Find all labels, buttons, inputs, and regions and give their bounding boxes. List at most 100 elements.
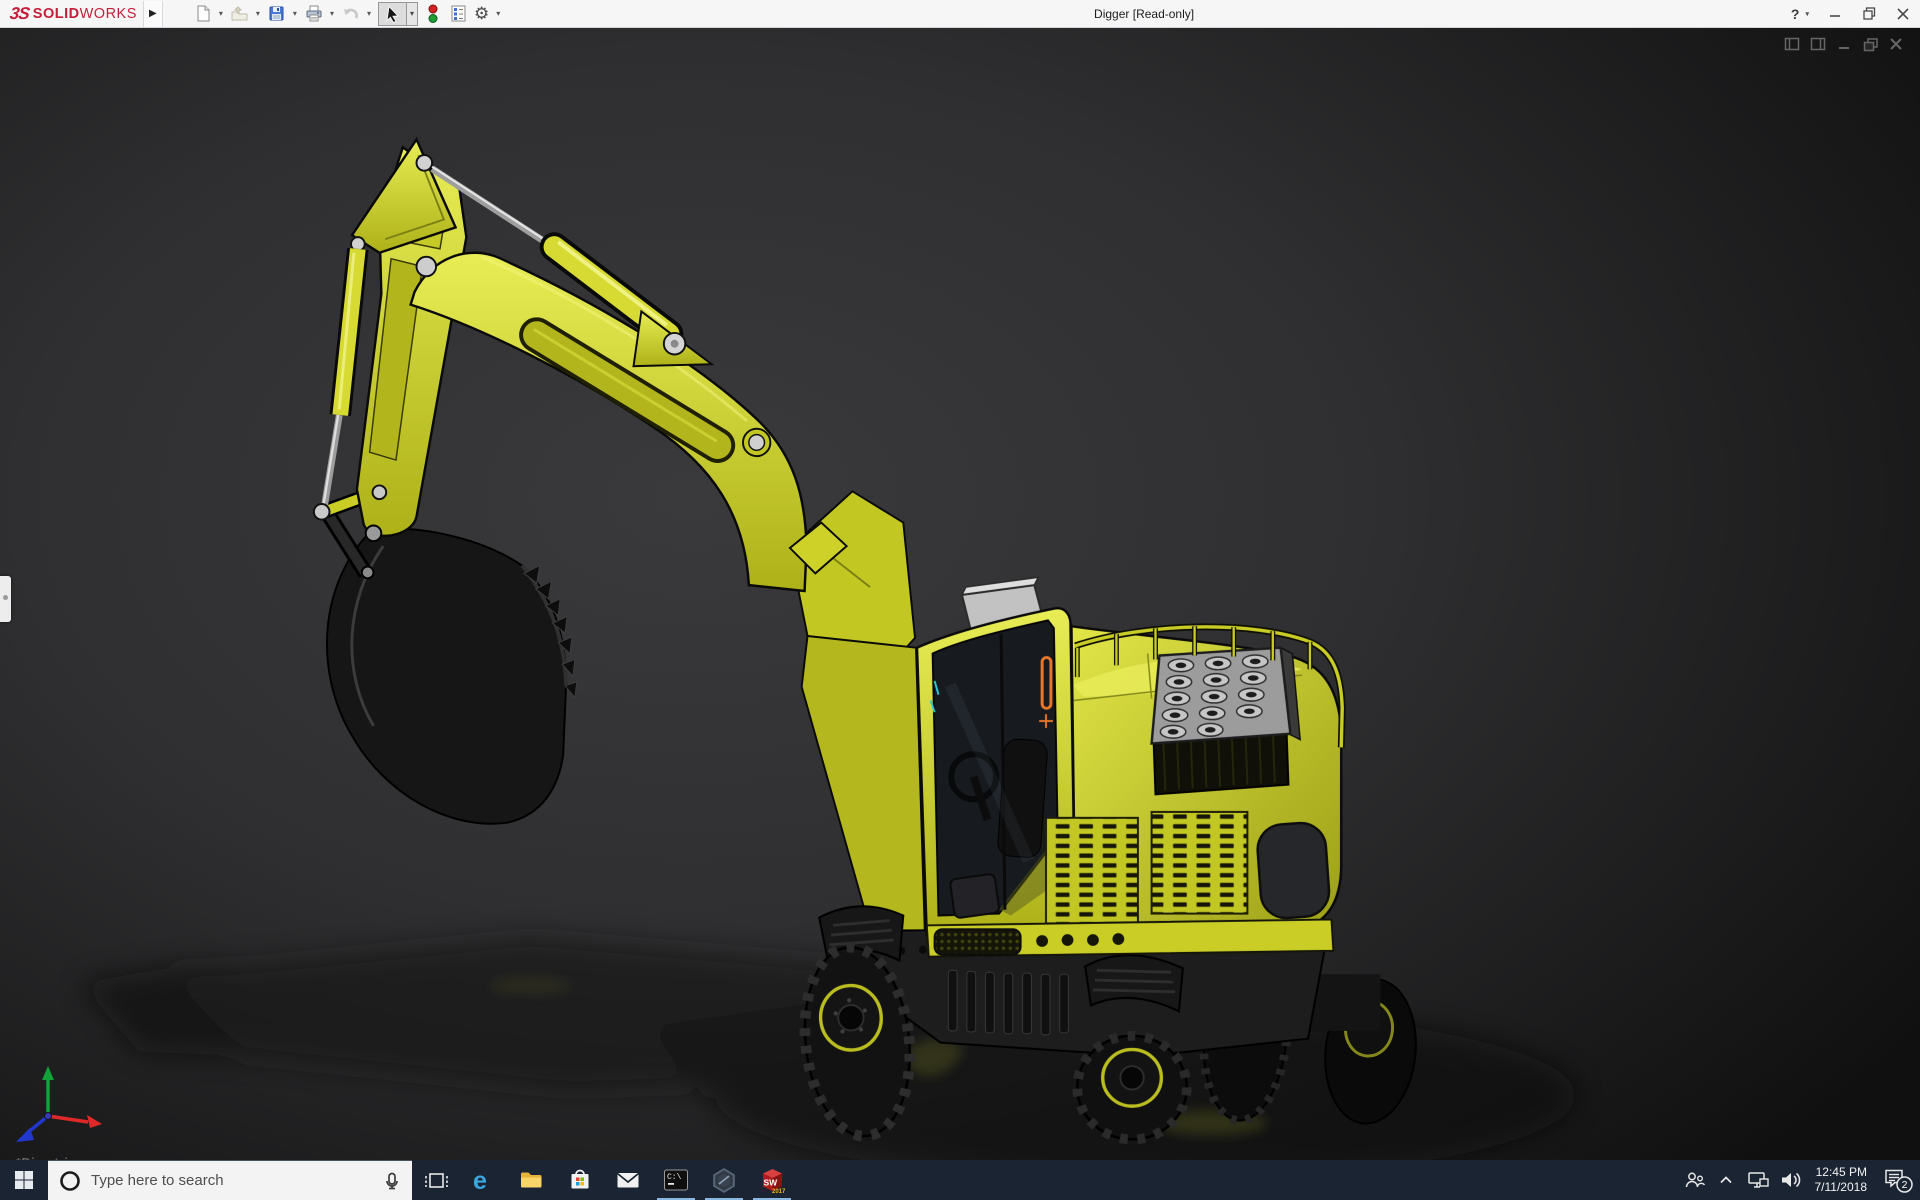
solidworks-app-icon: SW 2017 xyxy=(759,1167,786,1194)
step-mesh xyxy=(935,929,1021,954)
new-document-button[interactable] xyxy=(191,2,214,26)
select-tool-caret[interactable]: ▾ xyxy=(407,2,418,26)
options-gear-icon: ⚙ xyxy=(474,5,489,22)
action-center-button[interactable]: 2 xyxy=(1876,1160,1920,1200)
pane-left-button[interactable] xyxy=(1783,36,1802,53)
graphics-area[interactable]: *Dimetric xyxy=(0,27,1920,1200)
help-button[interactable]: ?▾ xyxy=(1785,6,1818,22)
pane-left-icon xyxy=(1784,37,1801,52)
rear-window xyxy=(1256,821,1331,919)
taskbar-item-file-explorer[interactable] xyxy=(508,1160,556,1200)
document-title: Digger [Read-only] xyxy=(503,7,1785,21)
volume-icon xyxy=(1778,1168,1802,1192)
edge-icon: e xyxy=(471,1167,497,1193)
start-button[interactable] xyxy=(0,1160,48,1200)
network-icon xyxy=(1746,1168,1770,1192)
toolbar-flyout-arrow[interactable]: ▶ xyxy=(143,1,163,27)
print-caret[interactable]: ▾ xyxy=(327,9,337,18)
print-button[interactable] xyxy=(302,2,325,26)
microphone-icon[interactable] xyxy=(383,1171,401,1191)
file-explorer-icon xyxy=(519,1167,545,1193)
tray-expand-button[interactable] xyxy=(1710,1160,1742,1200)
file-properties-icon xyxy=(449,4,468,23)
radiator-block xyxy=(1152,648,1301,795)
stoplight-button[interactable] xyxy=(422,2,445,26)
search-placeholder: Type here to search xyxy=(91,1172,373,1189)
screen: 3S SOLIDWORKS ▶ ▾ ▾ ▾ ▾ ▾ xyxy=(0,0,1920,1200)
people-button[interactable] xyxy=(1678,1160,1710,1200)
featuremanager-collapsed-tab[interactable] xyxy=(0,576,11,622)
close-icon xyxy=(1897,8,1909,20)
clock-date: 7/11/2018 xyxy=(1815,1180,1868,1195)
restore-document-icon xyxy=(1863,37,1879,52)
svg-text:2: 2 xyxy=(1902,1179,1908,1191)
excavator-model xyxy=(0,27,1920,1200)
task-view-icon xyxy=(423,1168,450,1193)
people-icon xyxy=(1682,1168,1706,1192)
taskbar-item-store[interactable] xyxy=(556,1160,604,1200)
document-window-controls xyxy=(1783,36,1906,53)
options-button[interactable]: ⚙ xyxy=(472,2,491,26)
orientation-triad xyxy=(8,1064,118,1154)
svg-text:C:\: C:\ xyxy=(667,1173,682,1182)
taskbar-item-edge[interactable]: e xyxy=(460,1160,508,1200)
solidworks-logo-icon: 3S xyxy=(9,4,31,24)
close-document-icon xyxy=(1889,37,1904,52)
open-button[interactable] xyxy=(228,2,251,26)
restore-icon xyxy=(1863,7,1876,20)
svg-text:2017: 2017 xyxy=(772,1189,786,1194)
select-tool-group: ▾ xyxy=(378,2,418,26)
undo-button[interactable] xyxy=(339,2,362,26)
system-tray: 12:45 PM 7/11/2018 2 xyxy=(1678,1160,1920,1200)
svg-text:e: e xyxy=(473,1167,487,1193)
brand-text: SOLIDWORKS xyxy=(33,6,137,22)
restore-document-button[interactable] xyxy=(1861,36,1880,53)
close-button[interactable] xyxy=(1886,0,1920,27)
action-center-icon: 2 xyxy=(1882,1166,1914,1194)
undo-icon xyxy=(341,4,360,23)
clock[interactable]: 12:45 PM 7/11/2018 xyxy=(1806,1160,1877,1200)
task-view-button[interactable] xyxy=(412,1160,460,1200)
minimize-document-icon xyxy=(1837,37,1852,52)
pane-right-icon xyxy=(1810,37,1827,52)
quick-access-toolbar: ▾ ▾ ▾ ▾ ▾ ▾ xyxy=(191,2,503,26)
new-document-icon xyxy=(193,4,212,23)
solidworks-logo: 3S SOLIDWORKS xyxy=(0,4,143,24)
options-caret[interactable]: ▾ xyxy=(493,9,503,18)
file-properties-button[interactable] xyxy=(447,2,470,26)
save-icon xyxy=(267,4,286,23)
titlebar: 3S SOLIDWORKS ▶ ▾ ▾ ▾ ▾ ▾ xyxy=(0,0,1920,28)
taskbar-item-mail[interactable] xyxy=(604,1160,652,1200)
cortana-icon xyxy=(59,1170,81,1192)
taskbar-item-solidworks[interactable]: SW 2017 xyxy=(748,1160,796,1200)
new-document-caret[interactable]: ▾ xyxy=(216,9,226,18)
terminal-icon: C:\ xyxy=(663,1167,689,1193)
taskbar: Type here to search e C:\ SW 2017 xyxy=(0,1160,1920,1200)
svg-text:SW: SW xyxy=(763,1177,778,1187)
store-icon xyxy=(567,1167,593,1193)
taskbar-item-terminal[interactable]: C:\ xyxy=(652,1160,700,1200)
close-document-button[interactable] xyxy=(1887,36,1906,53)
volume-button[interactable] xyxy=(1774,1160,1806,1200)
pane-right-button[interactable] xyxy=(1809,36,1828,53)
search-input[interactable]: Type here to search xyxy=(48,1160,412,1200)
minimize-icon xyxy=(1829,8,1841,20)
print-icon xyxy=(304,4,323,23)
undo-caret[interactable]: ▾ xyxy=(364,9,374,18)
windows-logo-icon xyxy=(14,1170,34,1190)
side-grille-right xyxy=(1152,812,1248,914)
open-caret[interactable]: ▾ xyxy=(253,9,263,18)
taskbar-item-hexagon-app[interactable] xyxy=(700,1160,748,1200)
restore-button[interactable] xyxy=(1852,0,1886,27)
front-deck xyxy=(802,636,925,931)
save-button[interactable] xyxy=(265,2,288,26)
minimize-document-button[interactable] xyxy=(1835,36,1854,53)
cab-lower-panel xyxy=(950,874,1000,919)
minimize-button[interactable] xyxy=(1818,0,1852,27)
hexagon-app-icon xyxy=(711,1167,737,1194)
chevron-up-icon xyxy=(1716,1170,1736,1190)
network-button[interactable] xyxy=(1742,1160,1774,1200)
save-caret[interactable]: ▾ xyxy=(290,9,300,18)
stoplight-icon xyxy=(424,4,443,24)
select-tool-button[interactable] xyxy=(378,2,407,26)
